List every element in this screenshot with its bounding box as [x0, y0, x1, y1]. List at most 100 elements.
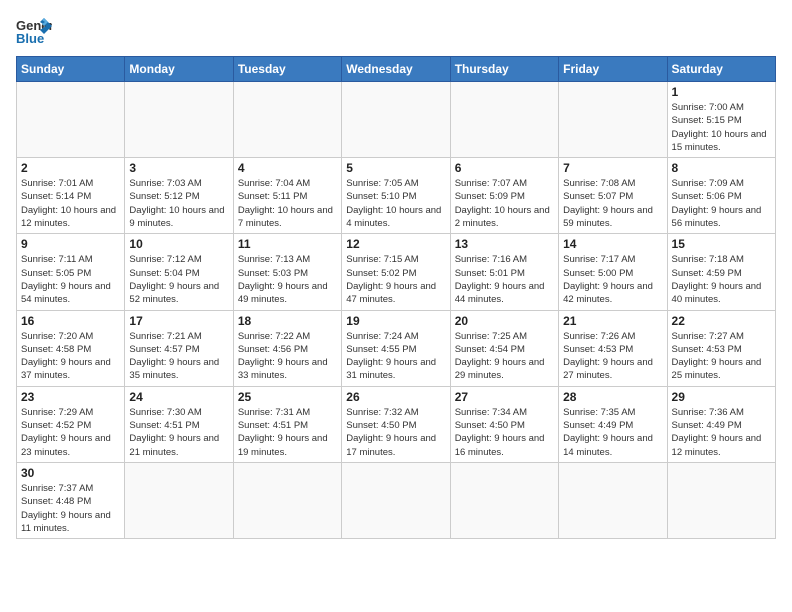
week-row-0: 1Sunrise: 7:00 AM Sunset: 5:15 PM Daylig…	[17, 82, 776, 158]
day-info: Sunrise: 7:11 AM Sunset: 5:05 PM Dayligh…	[21, 253, 120, 306]
calendar-cell: 8 Sunrise: 7:09 AM Sunset: 5:06 PM Daylig…	[667, 158, 775, 234]
day-header-sunday: Sunday	[17, 57, 125, 82]
day-number: 21	[563, 314, 662, 328]
day-number: 29	[672, 390, 771, 404]
day-info: Sunrise: 7:08 AM Sunset: 5:07 PM Dayligh…	[563, 177, 662, 230]
calendar-cell	[559, 462, 667, 538]
day-number: 8	[672, 161, 771, 175]
calendar-cell	[233, 82, 341, 158]
calendar-cell	[233, 462, 341, 538]
day-number: 16	[21, 314, 120, 328]
day-number: 13	[455, 237, 554, 251]
day-info: Sunrise: 7:27 AM Sunset: 4:53 PM Dayligh…	[672, 330, 771, 383]
calendar-cell: 19 Sunrise: 7:24 AM Sunset: 4:55 PM Dayli…	[342, 310, 450, 386]
day-number: 28	[563, 390, 662, 404]
svg-text:Blue: Blue	[16, 31, 44, 46]
day-number: 4	[238, 161, 337, 175]
day-number: 2	[21, 161, 120, 175]
day-info: Sunrise: 7:09 AM Sunset: 5:06 PM Dayligh…	[672, 177, 771, 230]
calendar-cell: 26Sunrise: 7:32 AM Sunset: 4:50 PM Dayli…	[342, 386, 450, 462]
day-info: Sunrise: 7:18 AM Sunset: 4:59 PM Dayligh…	[672, 253, 771, 306]
day-number: 18	[238, 314, 337, 328]
calendar-cell: 16 Sunrise: 7:20 AM Sunset: 4:58 PM Dayli…	[17, 310, 125, 386]
calendar-cell: 2Sunrise: 7:01 AM Sunset: 5:14 PM Daylig…	[17, 158, 125, 234]
day-info: Sunrise: 7:20 AM Sunset: 4:58 PM Dayligh…	[21, 330, 120, 383]
week-row-3: 16 Sunrise: 7:20 AM Sunset: 4:58 PM Dayli…	[17, 310, 776, 386]
calendar-cell: 15 Sunrise: 7:18 AM Sunset: 4:59 PM Dayli…	[667, 234, 775, 310]
day-number: 3	[129, 161, 228, 175]
day-info: Sunrise: 7:34 AM Sunset: 4:50 PM Dayligh…	[455, 406, 554, 459]
day-info: Sunrise: 7:13 AM Sunset: 5:03 PM Dayligh…	[238, 253, 337, 306]
calendar-cell: 14Sunrise: 7:17 AM Sunset: 5:00 PM Dayli…	[559, 234, 667, 310]
day-header-wednesday: Wednesday	[342, 57, 450, 82]
week-row-4: 23 Sunrise: 7:29 AM Sunset: 4:52 PM Dayli…	[17, 386, 776, 462]
day-info: Sunrise: 7:29 AM Sunset: 4:52 PM Dayligh…	[21, 406, 120, 459]
day-info: Sunrise: 7:36 AM Sunset: 4:49 PM Dayligh…	[672, 406, 771, 459]
calendar-cell: 24Sunrise: 7:30 AM Sunset: 4:51 PM Dayli…	[125, 386, 233, 462]
logo-icon: General Blue	[16, 16, 52, 46]
day-info: Sunrise: 7:03 AM Sunset: 5:12 PM Dayligh…	[129, 177, 228, 230]
day-number: 20	[455, 314, 554, 328]
day-header-tuesday: Tuesday	[233, 57, 341, 82]
day-info: Sunrise: 7:25 AM Sunset: 4:54 PM Dayligh…	[455, 330, 554, 383]
calendar-cell: 7 Sunrise: 7:08 AM Sunset: 5:07 PM Daylig…	[559, 158, 667, 234]
calendar-cell: 22 Sunrise: 7:27 AM Sunset: 4:53 PM Dayli…	[667, 310, 775, 386]
calendar-cell: 10 Sunrise: 7:12 AM Sunset: 5:04 PM Dayli…	[125, 234, 233, 310]
day-info: Sunrise: 7:24 AM Sunset: 4:55 PM Dayligh…	[346, 330, 445, 383]
day-number: 10	[129, 237, 228, 251]
calendar-cell	[559, 82, 667, 158]
day-number: 6	[455, 161, 554, 175]
day-number: 19	[346, 314, 445, 328]
day-number: 22	[672, 314, 771, 328]
calendar-header-row: SundayMondayTuesdayWednesdayThursdayFrid…	[17, 57, 776, 82]
week-row-5: 30Sunrise: 7:37 AM Sunset: 4:48 PM Dayli…	[17, 462, 776, 538]
day-number: 27	[455, 390, 554, 404]
day-info: Sunrise: 7:30 AM Sunset: 4:51 PM Dayligh…	[129, 406, 228, 459]
calendar-cell	[125, 82, 233, 158]
day-info: Sunrise: 7:07 AM Sunset: 5:09 PM Dayligh…	[455, 177, 554, 230]
day-info: Sunrise: 7:31 AM Sunset: 4:51 PM Dayligh…	[238, 406, 337, 459]
calendar-cell: 9 Sunrise: 7:11 AM Sunset: 5:05 PM Daylig…	[17, 234, 125, 310]
day-info: Sunrise: 7:35 AM Sunset: 4:49 PM Dayligh…	[563, 406, 662, 459]
day-number: 11	[238, 237, 337, 251]
calendar-cell: 28 Sunrise: 7:35 AM Sunset: 4:49 PM Dayli…	[559, 386, 667, 462]
day-info: Sunrise: 7:12 AM Sunset: 5:04 PM Dayligh…	[129, 253, 228, 306]
day-number: 23	[21, 390, 120, 404]
calendar-cell	[125, 462, 233, 538]
day-header-friday: Friday	[559, 57, 667, 82]
day-number: 25	[238, 390, 337, 404]
calendar-cell: 6 Sunrise: 7:07 AM Sunset: 5:09 PM Daylig…	[450, 158, 558, 234]
calendar-cell: 5Sunrise: 7:05 AM Sunset: 5:10 PM Daylig…	[342, 158, 450, 234]
logo: General Blue	[16, 16, 52, 46]
day-number: 9	[21, 237, 120, 251]
day-number: 7	[563, 161, 662, 175]
day-number: 12	[346, 237, 445, 251]
calendar-cell	[342, 462, 450, 538]
day-header-monday: Monday	[125, 57, 233, 82]
header: General Blue	[16, 16, 776, 46]
calendar-cell: 1Sunrise: 7:00 AM Sunset: 5:15 PM Daylig…	[667, 82, 775, 158]
calendar-cell	[450, 82, 558, 158]
calendar-cell	[667, 462, 775, 538]
calendar-cell: 21Sunrise: 7:26 AM Sunset: 4:53 PM Dayli…	[559, 310, 667, 386]
calendar-cell: 3 Sunrise: 7:03 AM Sunset: 5:12 PM Daylig…	[125, 158, 233, 234]
calendar-cell	[342, 82, 450, 158]
calendar-cell: 4 Sunrise: 7:04 AM Sunset: 5:11 PM Daylig…	[233, 158, 341, 234]
calendar-cell: 13Sunrise: 7:16 AM Sunset: 5:01 PM Dayli…	[450, 234, 558, 310]
calendar-cell: 12Sunrise: 7:15 AM Sunset: 5:02 PM Dayli…	[342, 234, 450, 310]
day-number: 14	[563, 237, 662, 251]
day-number: 5	[346, 161, 445, 175]
calendar-cell: 20 Sunrise: 7:25 AM Sunset: 4:54 PM Dayli…	[450, 310, 558, 386]
day-header-thursday: Thursday	[450, 57, 558, 82]
day-info: Sunrise: 7:04 AM Sunset: 5:11 PM Dayligh…	[238, 177, 337, 230]
day-number: 30	[21, 466, 120, 480]
day-header-saturday: Saturday	[667, 57, 775, 82]
day-number: 15	[672, 237, 771, 251]
calendar-cell: 27 Sunrise: 7:34 AM Sunset: 4:50 PM Dayli…	[450, 386, 558, 462]
calendar-cell: 17Sunrise: 7:21 AM Sunset: 4:57 PM Dayli…	[125, 310, 233, 386]
day-info: Sunrise: 7:21 AM Sunset: 4:57 PM Dayligh…	[129, 330, 228, 383]
day-info: Sunrise: 7:00 AM Sunset: 5:15 PM Dayligh…	[672, 101, 771, 154]
calendar-cell	[450, 462, 558, 538]
day-info: Sunrise: 7:32 AM Sunset: 4:50 PM Dayligh…	[346, 406, 445, 459]
page-container: General Blue SundayMondayTuesdayWednesda…	[0, 0, 792, 547]
